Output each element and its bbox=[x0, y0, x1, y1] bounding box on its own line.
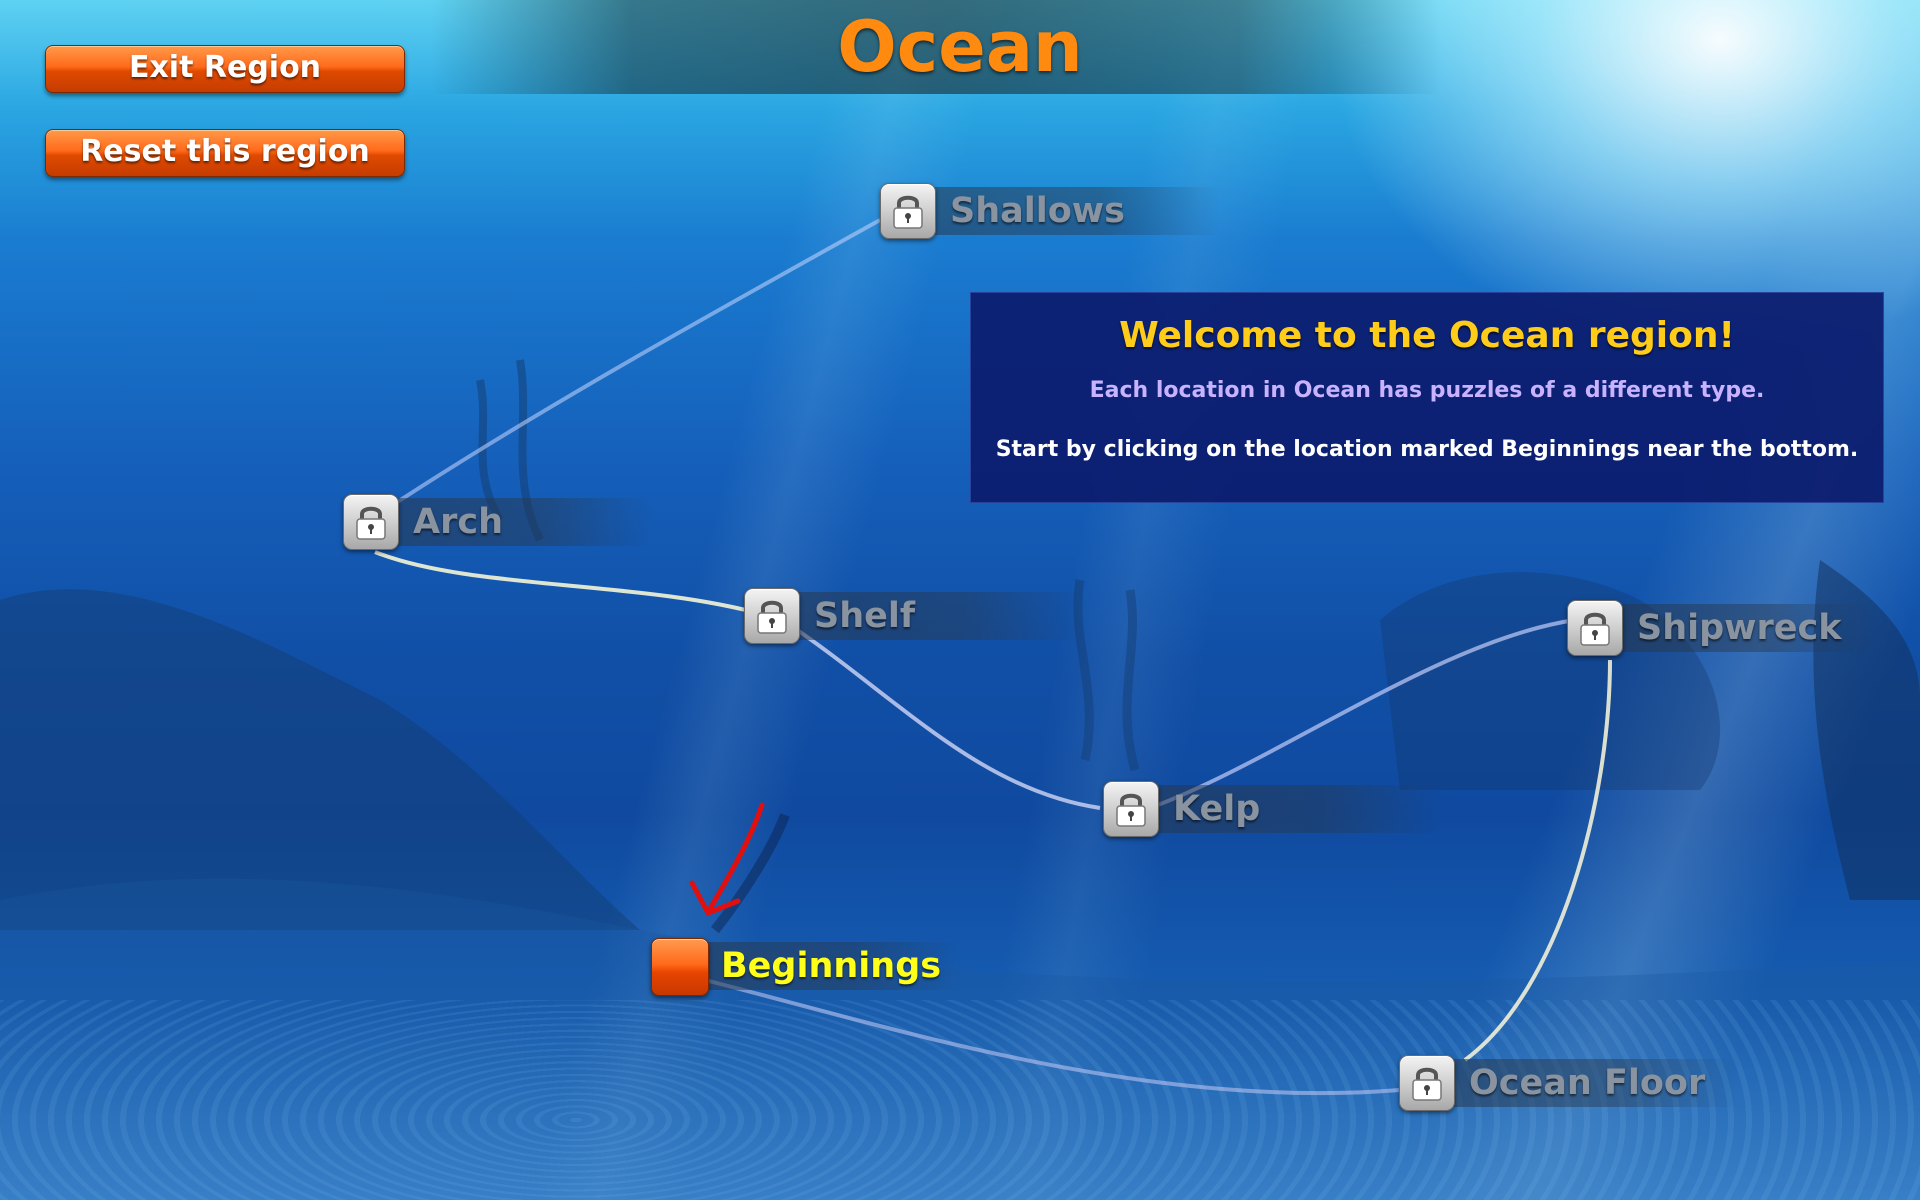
location-ocean-floor[interactable]: Ocean Floor bbox=[1399, 1055, 1739, 1111]
start-square-icon bbox=[651, 938, 709, 996]
location-kelp[interactable]: Kelp bbox=[1103, 781, 1443, 837]
location-shallows[interactable]: Shallows bbox=[880, 183, 1220, 239]
exit-region-button[interactable]: Exit Region bbox=[45, 45, 405, 93]
location-label: Shelf bbox=[814, 596, 916, 636]
reset-region-button[interactable]: Reset this region bbox=[45, 129, 405, 177]
location-label: Kelp bbox=[1173, 789, 1261, 829]
welcome-instruction: Start by clicking on the location marked… bbox=[995, 437, 1859, 462]
padlock-icon bbox=[744, 588, 800, 644]
welcome-title: Welcome to the Ocean region! bbox=[1119, 315, 1735, 356]
ocean-map-scene: Ocean Exit Region Reset this region Welc… bbox=[0, 0, 1920, 1200]
padlock-icon bbox=[1399, 1055, 1455, 1111]
padlock-icon bbox=[880, 183, 936, 239]
welcome-description: Each location in Ocean has puzzles of a … bbox=[1089, 378, 1765, 403]
location-arch[interactable]: Arch bbox=[343, 494, 653, 550]
location-shipwreck[interactable]: Shipwreck bbox=[1567, 600, 1877, 656]
location-label: Ocean Floor bbox=[1469, 1063, 1706, 1103]
location-shelf[interactable]: Shelf bbox=[744, 588, 1084, 644]
padlock-icon bbox=[343, 494, 399, 550]
welcome-panel: Welcome to the Ocean region! Each locati… bbox=[970, 292, 1884, 503]
location-label: Beginnings bbox=[721, 946, 942, 986]
padlock-icon bbox=[1103, 781, 1159, 837]
location-label: Shallows bbox=[950, 191, 1125, 231]
location-label: Shipwreck bbox=[1637, 608, 1842, 648]
red-arrow-icon bbox=[689, 802, 790, 934]
padlock-icon bbox=[1567, 600, 1623, 656]
region-title: Ocean bbox=[837, 6, 1083, 88]
location-label: Arch bbox=[413, 502, 504, 542]
location-beginnings[interactable]: Beginnings bbox=[651, 938, 961, 996]
